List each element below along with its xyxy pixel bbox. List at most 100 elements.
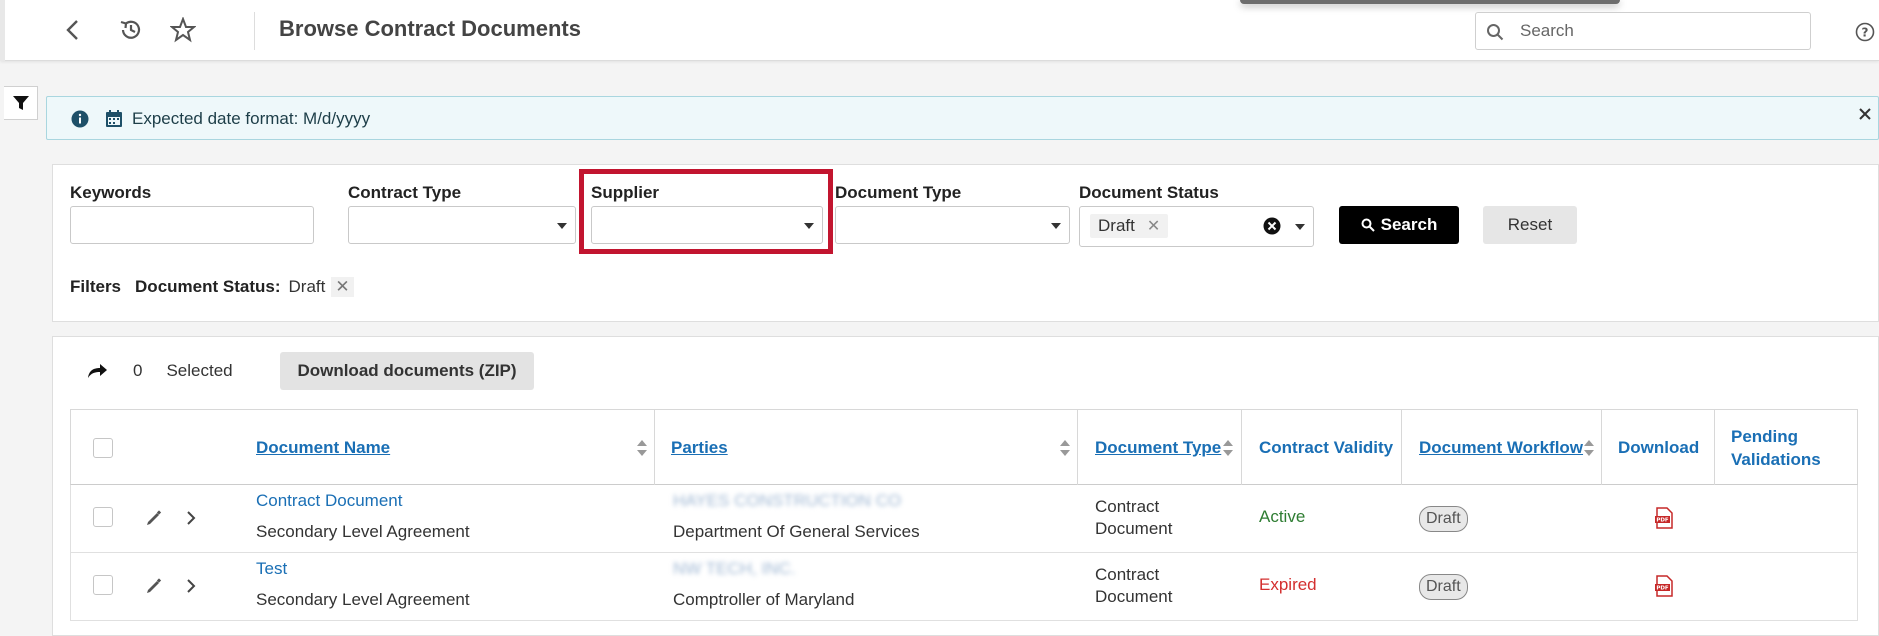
contract-validity: Expired xyxy=(1259,575,1317,594)
toolbar-divider xyxy=(254,12,255,50)
svg-text:PDF: PDF xyxy=(1656,586,1669,592)
table-header: Document Name Parties Document Type Cont… xyxy=(70,409,1858,486)
chevron-down-icon xyxy=(1051,223,1061,229)
help-button[interactable]: ? xyxy=(1855,22,1875,47)
help-icon: ? xyxy=(1855,22,1875,42)
row-checkbox[interactable] xyxy=(93,507,113,527)
supplier-label: Supplier xyxy=(591,183,660,202)
download-zip-button[interactable]: Download documents (ZIP) xyxy=(280,352,534,390)
page-title: Browse Contract Documents xyxy=(279,16,581,41)
filter-panel-toggle[interactable] xyxy=(4,86,38,120)
info-banner: Expected date format: M/d/yyyy xyxy=(46,96,1879,140)
svg-text:PDF: PDF xyxy=(1656,518,1669,524)
column-download: Download xyxy=(1618,438,1700,457)
search-input[interactable] xyxy=(1518,19,1798,43)
document-status-label: Document Status xyxy=(1079,183,1219,202)
column-parties[interactable]: Parties xyxy=(671,410,728,486)
document-type-select[interactable] xyxy=(835,206,1070,244)
chevron-down-icon xyxy=(1295,224,1305,230)
top-bar: Browse Contract Documents ? xyxy=(0,0,1879,61)
document-subtitle: Secondary Level Agreement xyxy=(256,590,470,609)
select-all-checkbox[interactable] xyxy=(93,438,113,458)
document-name-link[interactable]: Test xyxy=(256,559,287,579)
info-icon xyxy=(71,110,89,128)
remove-filter-button[interactable]: ✕ xyxy=(331,277,354,297)
column-divider xyxy=(1077,410,1078,486)
keywords-input[interactable] xyxy=(70,206,314,244)
applied-filters: Filters Document Status: Draft ✕ xyxy=(70,277,354,297)
svg-text:?: ? xyxy=(1862,26,1869,40)
contract-type-select[interactable] xyxy=(348,206,576,244)
table-row: Contract Document Secondary Level Agreem… xyxy=(70,485,1858,553)
left-edge-strip xyxy=(0,0,5,61)
history-button[interactable] xyxy=(115,14,147,46)
keywords-label: Keywords xyxy=(70,183,152,202)
workflow-badge: Draft xyxy=(1419,506,1468,532)
row-checkbox[interactable] xyxy=(93,575,113,595)
column-pending-label-1: Pending xyxy=(1731,427,1799,446)
select-all-checkbox-cell xyxy=(93,410,113,486)
column-divider xyxy=(1241,410,1242,486)
star-icon xyxy=(170,17,196,43)
status-chip-label: Draft xyxy=(1098,216,1135,235)
document-name-link[interactable]: Contract Document xyxy=(256,491,402,511)
document-type-line1: Contract xyxy=(1095,565,1160,584)
column-document-type[interactable]: Document Type xyxy=(1095,410,1221,486)
selected-count: 0 xyxy=(133,361,143,380)
remove-chip-icon[interactable]: ✕ xyxy=(1147,216,1160,236)
search-icon xyxy=(1361,218,1375,232)
edit-icon[interactable] xyxy=(145,509,163,527)
chevron-down-icon xyxy=(557,223,567,229)
table-row: Test Secondary Level Agreement NW TECH, … xyxy=(70,553,1858,621)
pdf-icon[interactable]: PDF xyxy=(1654,507,1674,529)
column-divider xyxy=(1401,410,1402,486)
applied-filter-key: Document Status: xyxy=(135,277,281,296)
banner-message: Expected date format: M/d/yyyy xyxy=(132,109,371,128)
overlay-shadow xyxy=(1240,0,1620,4)
filter-icon xyxy=(12,96,29,110)
party-name: Department Of General Services xyxy=(673,522,920,541)
document-type-line2: Document xyxy=(1095,587,1173,606)
applied-filters-title: Filters xyxy=(70,277,122,296)
sort-icon[interactable] xyxy=(1583,439,1595,457)
close-banner-button[interactable] xyxy=(1858,107,1872,126)
selected-label: Selected xyxy=(166,361,233,380)
selection-bar: 0 Selected xyxy=(85,351,233,391)
column-pending-validations: Pending Validations xyxy=(1731,410,1821,486)
chevron-right-icon[interactable] xyxy=(185,510,197,526)
edit-icon[interactable] xyxy=(145,577,163,595)
sort-icon[interactable] xyxy=(636,439,648,457)
column-pending-label-2: Validations xyxy=(1731,450,1821,469)
back-button[interactable] xyxy=(57,14,89,46)
applied-filter-value: Draft xyxy=(288,277,326,296)
share-icon[interactable] xyxy=(85,362,109,380)
workflow-badge: Draft xyxy=(1419,574,1468,600)
search-button[interactable]: Search xyxy=(1339,206,1459,244)
column-document-workflow[interactable]: Document Workflow xyxy=(1419,410,1583,486)
chevron-down-icon xyxy=(804,223,814,229)
favorite-button[interactable] xyxy=(167,14,199,46)
supplier-select[interactable] xyxy=(591,206,823,244)
chevron-right-icon[interactable] xyxy=(185,578,197,594)
column-divider xyxy=(1714,410,1715,486)
clear-icon[interactable] xyxy=(1263,217,1281,235)
column-contract-validity: Contract Validity xyxy=(1259,438,1394,457)
document-type-label: Document Type xyxy=(835,183,962,202)
sort-icon[interactable] xyxy=(1059,439,1071,457)
document-type-line2: Document xyxy=(1095,519,1173,538)
history-icon xyxy=(120,20,141,39)
pdf-icon[interactable]: PDF xyxy=(1654,575,1674,597)
calendar-icon xyxy=(106,110,122,127)
status-chip[interactable]: Draft ✕ xyxy=(1090,214,1169,238)
sort-icon[interactable] xyxy=(1222,439,1234,457)
reset-button[interactable]: Reset xyxy=(1483,206,1577,244)
document-status-select[interactable]: Draft ✕ xyxy=(1079,206,1314,247)
party-name: Comptroller of Maryland xyxy=(673,590,855,609)
party-name-redacted: NW TECH, INC. xyxy=(673,559,796,578)
column-document-name[interactable]: Document Name xyxy=(256,410,390,486)
party-name-redacted: HAYES CONSTRUCTION CO xyxy=(673,491,902,510)
close-icon xyxy=(1859,108,1871,120)
search-icon xyxy=(1487,24,1504,41)
contract-validity: Active xyxy=(1259,507,1306,526)
global-search[interactable] xyxy=(1475,12,1811,50)
